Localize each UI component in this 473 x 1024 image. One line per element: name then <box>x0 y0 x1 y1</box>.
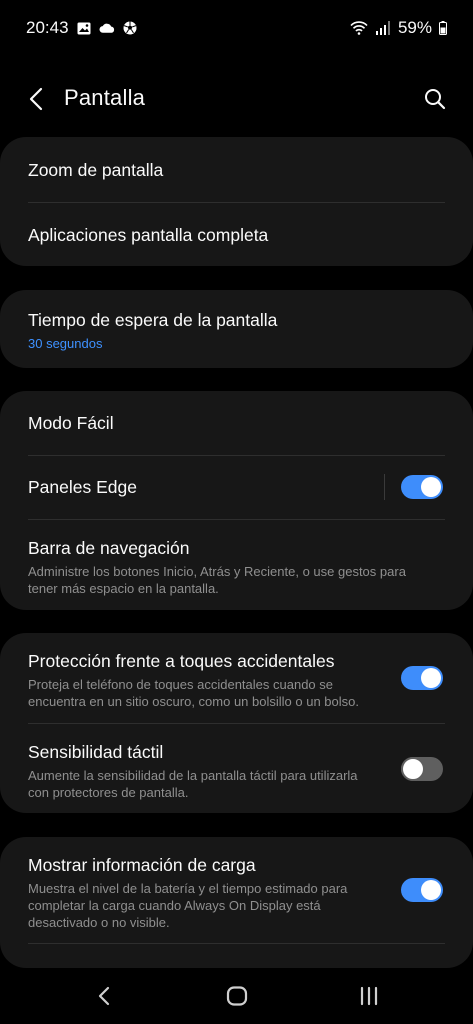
zoom-row[interactable]: Zoom de pantalla <box>0 160 473 181</box>
back-button[interactable] <box>22 84 50 114</box>
fullscreen-apps-row[interactable]: Aplicaciones pantalla completa <box>0 225 473 246</box>
page-title: Pantalla <box>64 85 146 110</box>
charging-info-toggle[interactable] <box>401 878 443 902</box>
toggle-knob <box>421 880 441 900</box>
charging-info-description: Muestra el nivel de la batería y el tiem… <box>28 881 348 930</box>
divider <box>28 943 445 944</box>
touch-sensitivity-title: Sensibilidad táctil <box>28 742 164 762</box>
nav-recents-button[interactable] <box>349 982 389 1010</box>
easy-mode-row[interactable]: Modo Fácil <box>0 413 473 434</box>
image-icon <box>76 21 92 35</box>
status-left: 20:43 <box>26 18 138 38</box>
accidental-touch-toggle[interactable] <box>401 666 443 690</box>
app-header: Pantalla <box>0 72 473 126</box>
home-icon <box>226 986 248 1006</box>
nav-bar-title: Barra de navegación <box>28 538 190 558</box>
chevron-left-icon <box>29 87 43 111</box>
cloud-icon <box>99 21 115 35</box>
charging-info-title: Mostrar información de carga <box>28 855 256 875</box>
fullscreen-apps-title: Aplicaciones pantalla completa <box>28 225 269 245</box>
timeout-row[interactable]: Tiempo de espera de la pantalla 30 segun… <box>0 310 473 352</box>
vertical-separator <box>384 474 385 500</box>
system-navigation-bar <box>0 968 473 1024</box>
clock: 20:43 <box>26 18 69 37</box>
nav-bar-description: Administre los botones Inicio, Atrás y R… <box>28 564 406 596</box>
recents-icon <box>360 986 378 1006</box>
battery-percent: 59% <box>397 18 432 37</box>
toggle-knob <box>401 757 425 781</box>
divider <box>28 519 445 520</box>
nav-back-button[interactable] <box>84 982 124 1010</box>
nav-bar-row[interactable]: Barra de navegación Administre los boton… <box>0 538 473 597</box>
divider <box>28 202 445 203</box>
toggle-knob <box>421 668 441 688</box>
search-icon <box>425 89 446 110</box>
battery-icon <box>439 21 447 35</box>
wifi-icon <box>350 21 368 35</box>
soccer-ball-icon <box>122 21 138 35</box>
timeout-value: 30 segundos <box>28 336 103 351</box>
back-chevron-icon <box>98 986 110 1006</box>
timeout-title: Tiempo de espera de la pantalla <box>28 310 278 330</box>
accidental-touch-title: Protección frente a toques accidentales <box>28 651 335 671</box>
edge-panels-toggle[interactable] <box>401 475 443 499</box>
signal-icon <box>375 21 391 35</box>
status-bar: 20:43 59% <box>0 0 473 56</box>
zoom-title: Zoom de pantalla <box>28 160 164 180</box>
easy-mode-title: Modo Fácil <box>28 413 114 433</box>
search-button[interactable] <box>421 84 449 114</box>
divider <box>28 455 445 456</box>
edge-panels-title: Paneles Edge <box>28 477 137 497</box>
touch-sensitivity-description: Aumente la sensibilidad de la pantalla t… <box>28 768 358 800</box>
divider <box>28 723 445 724</box>
toggle-knob <box>421 477 441 497</box>
accidental-touch-description: Proteja el teléfono de toques accidental… <box>28 677 359 709</box>
nav-home-button[interactable] <box>217 982 257 1010</box>
touch-sensitivity-toggle[interactable] <box>401 757 443 781</box>
status-right: 59% <box>350 18 447 38</box>
